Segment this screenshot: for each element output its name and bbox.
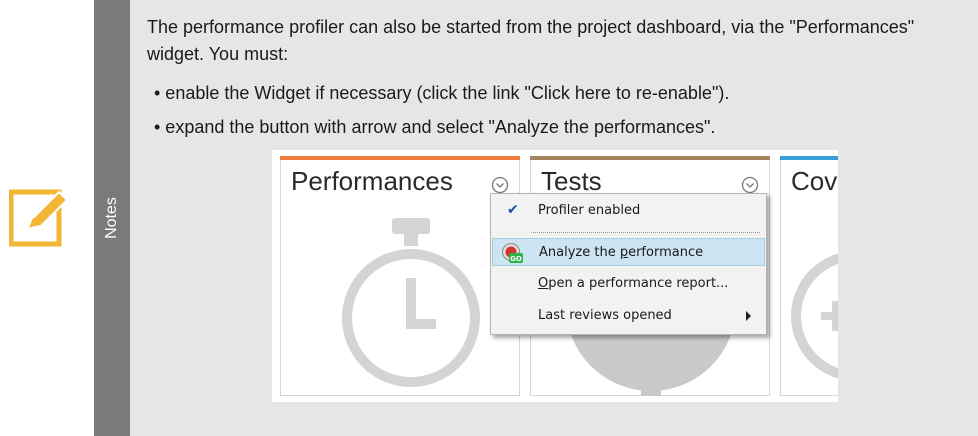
- notes-sidebar: Notes: [94, 0, 130, 436]
- context-menu: ✔ Profiler enabled GO Analyze the perfor…: [490, 193, 767, 335]
- stopwatch-icon: [342, 218, 480, 387]
- note-edit-icon: [9, 189, 69, 247]
- submenu-arrow-icon: [746, 311, 751, 321]
- note-paragraph: The performance profiler can also be sta…: [147, 17, 915, 64]
- menu-item-profiler-enabled[interactable]: ✔ Profiler enabled: [492, 197, 765, 225]
- go-icon: GO: [502, 243, 523, 263]
- coverage-widget: Cov: [780, 156, 838, 396]
- label-accelerator: p: [619, 245, 629, 260]
- menu-separator: [531, 232, 760, 233]
- menu-item-label: Open a performance report...: [538, 276, 728, 291]
- widget-color-bar: [280, 156, 520, 160]
- menu-item-label: Last reviews opened: [538, 308, 672, 323]
- label-part: erformance: [628, 245, 704, 260]
- label-part: pen a performance report...: [548, 276, 729, 291]
- menu-item-label: Profiler enabled: [538, 203, 641, 218]
- note-bullet: • expand the button with arrow and selec…: [154, 117, 716, 137]
- widget-color-bar: [780, 156, 838, 160]
- widget-color-bar: [530, 156, 770, 160]
- widget-title: Cov: [791, 166, 838, 196]
- menu-item-label: Analyze the performance: [539, 245, 703, 260]
- notes-label: Notes: [103, 197, 120, 239]
- checkmark-icon: ✔: [507, 202, 519, 218]
- performances-widget: Performances: [280, 156, 520, 396]
- dashboard-screenshot: Performances Tests Cov ✔ Profiler enable…: [272, 150, 838, 402]
- coverage-bg-icon: [791, 253, 838, 379]
- chevron-down-icon[interactable]: [491, 176, 509, 194]
- menu-item-analyze-performance[interactable]: GO Analyze the performance: [492, 238, 765, 266]
- menu-item-open-report[interactable]: Open a performance report...: [492, 270, 765, 298]
- widget-title: Performances: [291, 166, 453, 196]
- note-bullet: • enable the Widget if necessary (click …: [154, 83, 730, 103]
- chevron-down-icon[interactable]: [741, 176, 759, 194]
- label-part: Analyze the: [539, 245, 620, 260]
- label-accelerator: O: [538, 276, 549, 291]
- menu-item-last-reviews[interactable]: Last reviews opened: [492, 302, 765, 330]
- go-badge-text: GO: [510, 255, 522, 263]
